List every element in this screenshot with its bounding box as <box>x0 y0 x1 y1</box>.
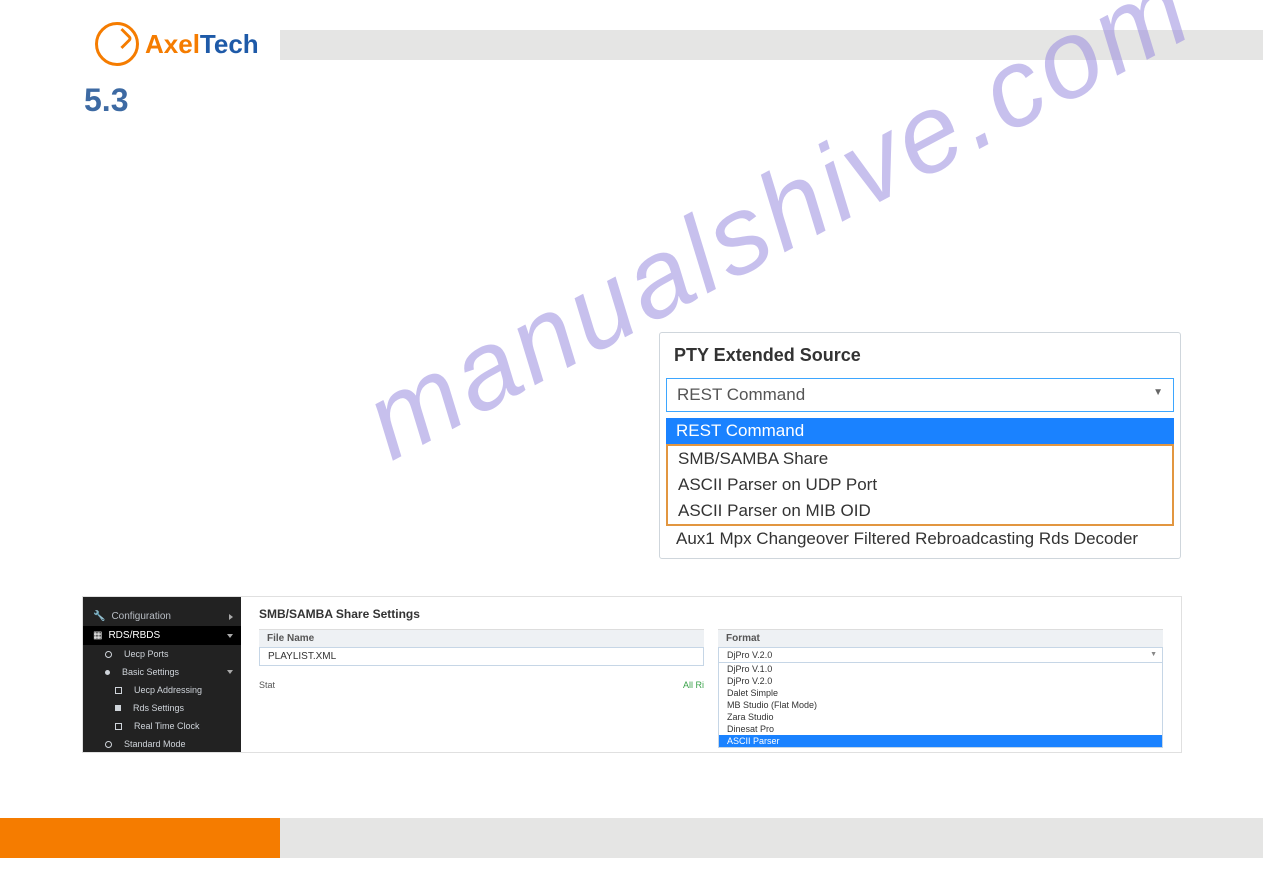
status-row: Stat All Ri <box>259 680 704 690</box>
brand-logo: AxelTech <box>95 22 259 66</box>
pty-option-udp[interactable]: ASCII Parser on UDP Port <box>668 472 1172 498</box>
format-opt-djpro1[interactable]: DjPro V.1.0 <box>719 663 1162 675</box>
format-column: Format DjPro V.2.0 DjPro V.1.0 DjPro V.2… <box>718 629 1163 748</box>
format-opt-dalet[interactable]: Dalet Simple <box>719 687 1162 699</box>
pty-option-rest[interactable]: REST Command <box>666 418 1174 444</box>
footer-gray-block <box>280 818 1263 858</box>
smb-title: SMB/SAMBA Share Settings <box>259 607 1163 621</box>
sidebar-rds-label: RDS/RBDS <box>108 630 160 641</box>
pty-extended-source-panel: PTY Extended Source REST Command REST Co… <box>659 332 1181 559</box>
sidebar-uecp-ports[interactable]: Uecp Ports <box>83 645 241 663</box>
status-right: All Ri <box>683 680 704 690</box>
format-select[interactable]: DjPro V.2.0 <box>718 647 1163 663</box>
logo-part2: Tech <box>200 29 259 59</box>
file-name-column: File Name PLAYLIST.XML Stat All Ri <box>259 629 704 748</box>
logo-text: AxelTech <box>145 29 259 60</box>
format-opt-mbstudio[interactable]: MB Studio (Flat Mode) <box>719 699 1162 711</box>
footer-orange-block <box>0 818 280 858</box>
logo-icon <box>95 22 139 66</box>
pty-select-field[interactable]: REST Command <box>666 378 1174 412</box>
format-opt-zara[interactable]: Zara Studio <box>719 711 1162 723</box>
pty-option-mib[interactable]: ASCII Parser on MIB OID <box>668 498 1172 524</box>
section-number: 5.3 <box>84 82 128 119</box>
pty-option-smb[interactable]: SMB/SAMBA Share <box>668 446 1172 472</box>
logo-part1: Axel <box>145 29 200 59</box>
sidebar-rds-settings[interactable]: Rds Settings <box>83 699 241 717</box>
sidebar-basic-settings[interactable]: Basic Settings <box>83 663 241 681</box>
sidebar-config-label: Configuration <box>111 611 170 622</box>
status-left: Stat <box>259 680 275 690</box>
pty-highlight-frame: SMB/SAMBA Share ASCII Parser on UDP Port… <box>666 444 1174 526</box>
format-label: Format <box>718 629 1163 647</box>
sidebar-rds[interactable]: ▦ RDS/RBDS <box>83 626 241 645</box>
format-dropdown: DjPro V.1.0 DjPro V.2.0 Dalet Simple MB … <box>718 663 1163 748</box>
file-name-input[interactable]: PLAYLIST.XML <box>259 647 704 666</box>
sidebar-uecp-addressing[interactable]: Uecp Addressing <box>83 681 241 699</box>
settings-main: SMB/SAMBA Share Settings File Name PLAYL… <box>241 597 1181 752</box>
settings-panel: 🔧 Configuration ▦ RDS/RBDS Uecp Ports Basi… <box>82 596 1182 753</box>
format-opt-dinesat[interactable]: Dinesat Pro <box>719 723 1162 735</box>
pty-title: PTY Extended Source <box>660 333 1180 378</box>
wrench-icon: 🔧 <box>93 611 105 622</box>
pty-dropdown-list: REST Command SMB/SAMBA Share ASCII Parse… <box>666 418 1174 552</box>
sidebar: 🔧 Configuration ▦ RDS/RBDS Uecp Ports Basi… <box>83 597 241 752</box>
pty-option-aux1[interactable]: Aux1 Mpx Changeover Filtered Rebroadcast… <box>666 526 1174 552</box>
top-band <box>280 30 1263 60</box>
format-opt-djpro2[interactable]: DjPro V.2.0 <box>719 675 1162 687</box>
sidebar-standard-mode[interactable]: Standard Mode <box>83 735 241 753</box>
grid-icon: ▦ <box>93 630 102 641</box>
format-opt-ascii[interactable]: ASCII Parser <box>719 735 1162 747</box>
file-name-label: File Name <box>259 629 704 647</box>
sidebar-configuration[interactable]: 🔧 Configuration <box>83 607 241 626</box>
sidebar-real-time-clock[interactable]: Real Time Clock <box>83 717 241 735</box>
